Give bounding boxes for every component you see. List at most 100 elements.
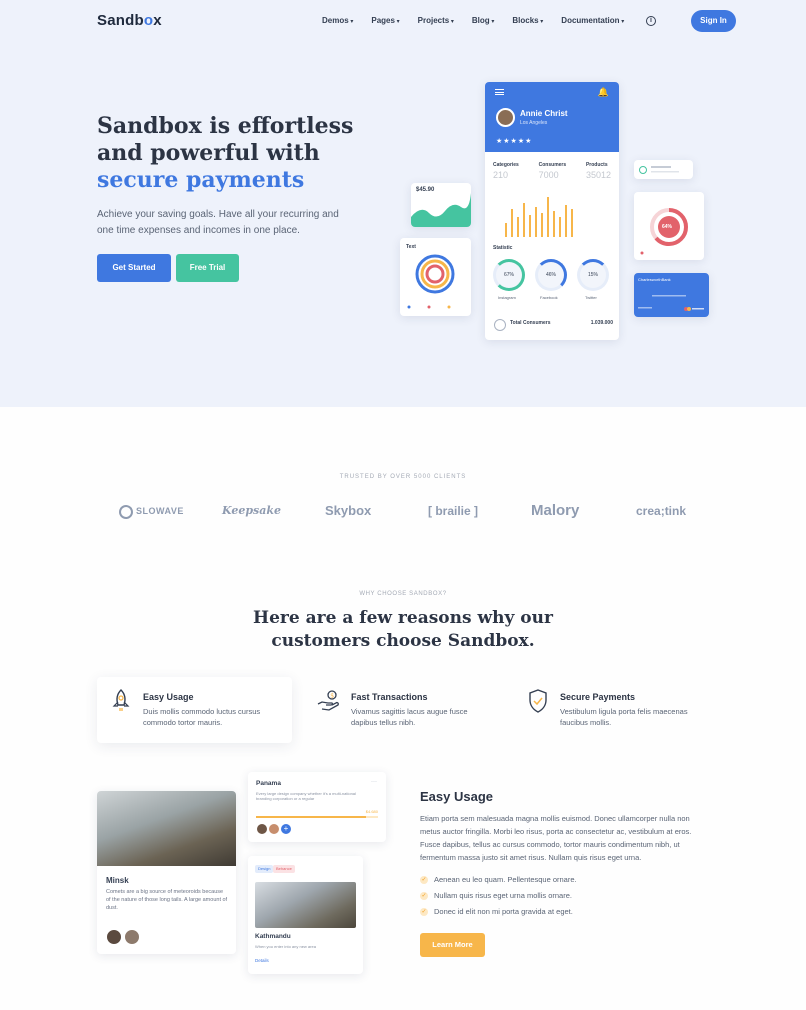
text-card: Text [400, 238, 471, 316]
nav-item-pages[interactable]: Pages [371, 16, 399, 25]
feature-title: Secure Payments [560, 692, 636, 702]
kathmandu-title: Kathmandu [255, 933, 291, 940]
rating-stars: ★★★★★ [496, 138, 533, 145]
bar [565, 205, 567, 237]
nav-item-projects[interactable]: Projects [418, 16, 454, 25]
brand-logo[interactable]: Sandbox [97, 12, 162, 29]
free-trial-button[interactable]: Free Trial [176, 254, 239, 282]
check-icon: ✓ [420, 908, 428, 916]
client-logo-creatink: crea;tink [636, 504, 687, 518]
list-item: ✓ Donec id elit non mi porta gravida at e… [420, 907, 573, 916]
nav-item-blocks[interactable]: Blocks [512, 16, 543, 25]
info-circle-icon[interactable]: i [646, 16, 656, 26]
check-icon: ✓ [420, 876, 428, 884]
feature-text: Duis mollis commodo luctus cursus commod… [143, 707, 261, 727]
avatar [106, 929, 122, 945]
nav-item-demos[interactable]: Demos [322, 16, 353, 25]
hero-title: Sandbox is effortless and powerful with … [97, 113, 357, 194]
easy-usage-heading: Easy Usage [420, 789, 493, 804]
get-started-button[interactable]: Get Started [97, 254, 171, 282]
add-member-icon[interactable]: + [280, 823, 292, 835]
avatar [268, 823, 280, 835]
easy-usage-list: ✓ Aenean eu leo quam. Pellentesque ornare… [420, 873, 577, 921]
nav-menu: Demos Pages Projects Blog Blocks Documen… [322, 16, 624, 25]
bar [553, 211, 555, 237]
profile-location: Los Angeles [520, 120, 548, 126]
total-consumers-value: 1.039.000 [590, 320, 613, 326]
top-navbar: Sandbox Demos Pages Projects Blog Blocks… [97, 10, 736, 32]
panama-card: Panama ··· Every large design company wh… [248, 772, 386, 842]
feature-fast-transactions: $ Fast Transactions Vivamus sagittis lac… [305, 677, 500, 743]
bar [535, 207, 537, 237]
stat-products: Products 35012 [585, 162, 611, 180]
kathmandu-card: Design Behance Kathmandu When you enter … [248, 856, 363, 974]
progress-track [256, 816, 378, 818]
bar [571, 209, 573, 237]
hero-title-accent: secure payments [97, 167, 305, 193]
stat-consumers: Consumers 7000 [538, 162, 567, 180]
client-logo-skybox: Skybox [325, 503, 372, 518]
panama-text: Every large design company whether it's … [256, 791, 356, 801]
hand-coin-icon: $ [317, 690, 339, 711]
ring-label-facebook: Facebook [540, 295, 558, 300]
bank-card: CharlesworthBank [634, 273, 709, 317]
nav-item-documentation[interactable]: Documentation [561, 16, 624, 25]
feature-text: Vestibulum ligula porta felis maecenas f… [560, 707, 688, 727]
dashboard-phone-mockup: 🔔 Annie Christ Los Angeles ★★★★★ Categor… [485, 82, 619, 340]
check-icon: ✓ [420, 892, 428, 900]
ring-label-instagram: Instagram [498, 295, 516, 300]
bar [511, 209, 513, 237]
svg-text:$: $ [330, 692, 334, 699]
donut-value: 64% [662, 224, 673, 230]
avatar [256, 823, 268, 835]
panama-title: Panama [256, 780, 281, 787]
panama-progress-label: $4.680 [365, 809, 378, 814]
refresh-icon [494, 319, 506, 331]
minsk-photo [97, 791, 236, 866]
client-logo-brailie: [ brailie ] [428, 504, 479, 518]
tag-design[interactable]: Design [255, 865, 274, 873]
feature-easy-usage: Easy Usage Duis mollis commodo luctus cu… [97, 677, 292, 743]
bank-card-graphic [638, 295, 704, 311]
client-logo-malory: Malory [531, 502, 580, 519]
avatar [124, 929, 140, 945]
client-logo-slowave: SLOWAVE [119, 500, 184, 522]
easy-usage-paragraph: Etiam porta sem malesuada magna mollis e… [420, 814, 692, 862]
tag-behance[interactable]: Behance [273, 865, 295, 873]
bar [547, 197, 549, 237]
feature-title: Easy Usage [143, 692, 194, 702]
learn-more-button[interactable]: Learn More [420, 933, 485, 957]
feature-secure-payments: Secure Payments Vestibulum ligula porta … [514, 677, 709, 743]
price-card: $45.90 [411, 183, 471, 227]
concentric-rings-graphic [407, 254, 455, 309]
kathmandu-photo [255, 882, 356, 928]
list-item: ✓ Aenean eu leo quam. Pellentesque ornare… [420, 875, 577, 884]
feature-text: Vivamus sagittis lacus augue fusce dapib… [351, 707, 468, 727]
hero-subtitle: Achieve your saving goals. Have all your… [97, 209, 339, 236]
rocket-icon [112, 689, 130, 711]
progress-fill [256, 816, 366, 818]
kathmandu-text: When you enter into any new area [255, 944, 316, 949]
why-kicker: WHY CHOOSE SANDBOX? [359, 591, 447, 597]
bar [523, 203, 525, 237]
bar [559, 217, 561, 237]
ring-facebook: 46% [535, 259, 567, 291]
notification-graphic [639, 166, 679, 174]
stat-categories: Categories 210 [493, 162, 519, 180]
kathmandu-details-link[interactable]: Details [255, 958, 269, 963]
more-icon[interactable]: ··· [371, 779, 377, 785]
list-item: ✓ Nullam quis risus eget urna mollis orna… [420, 891, 572, 900]
total-consumers-label: Total Consumers [510, 320, 551, 326]
notification-card [634, 160, 693, 179]
trusted-heading: TRUSTED BY OVER 5000 CLIENTS [339, 474, 467, 480]
hero-title-line2: and powerful with [97, 140, 320, 166]
ring-instagram: 67% [493, 259, 525, 291]
stats-row: Categories 210 Consumers 7000 Products 3501… [493, 162, 611, 180]
nav-item-blog[interactable]: Blog [472, 16, 494, 25]
minsk-text: Comets are a big source of meteoroids be… [106, 889, 228, 911]
shield-check-icon [529, 689, 547, 713]
avatar [496, 108, 515, 127]
donut-card: 64% [634, 192, 704, 260]
sign-in-button[interactable]: Sign In [691, 10, 736, 32]
profile-name: Annie Christ [520, 109, 568, 118]
